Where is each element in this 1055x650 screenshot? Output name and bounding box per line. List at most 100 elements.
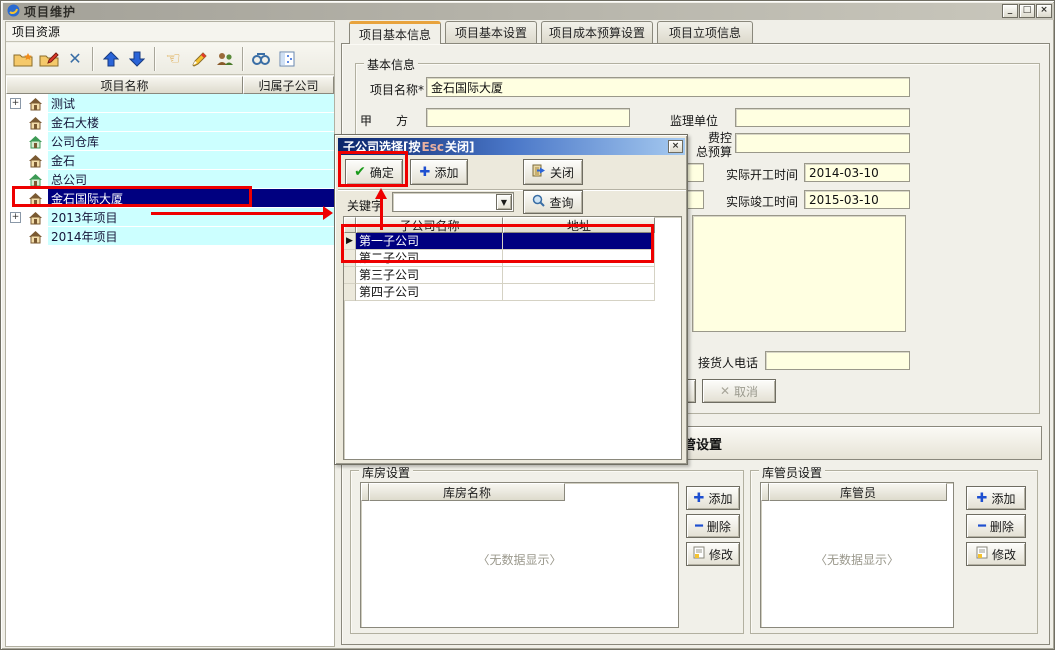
plus-icon: ✚ — [694, 491, 705, 506]
project-resource-panel: 项目资源 ✕ ☜ — [5, 21, 335, 647]
storeroom-legend: 库房设置 — [359, 464, 413, 481]
project-name-input[interactable] — [426, 77, 910, 97]
window-title: 项目维护 — [24, 3, 76, 20]
subsidiary-select-dialog: 子公司选择[按Esc关闭] × ✔ 确定 ✚ 添加 关闭 关键字 ▼ 查询 — [334, 134, 688, 465]
expander-plus-icon[interactable]: + — [10, 98, 21, 109]
column-header-name[interactable]: 项目名称 — [6, 76, 243, 94]
dialog-close-icon[interactable]: × — [668, 140, 683, 153]
storekeeper-modify-button[interactable]: 修改 — [966, 542, 1026, 566]
budget-input[interactable] — [735, 133, 910, 153]
tree-item[interactable]: + 测试 — [6, 94, 334, 113]
toolbar-separator — [242, 47, 244, 71]
tab-cost-budget-settings[interactable]: 项目成本预算设置 — [541, 21, 653, 43]
storeroom-groupbox: 库房设置 库房名称 〈无数据显示〉 ✚添加 ━删除 修改 — [350, 470, 744, 634]
tree-column-headers: 项目名称 归属子公司 — [6, 76, 334, 94]
row-indicator-header — [361, 483, 369, 501]
hand-select-icon[interactable]: ☜ — [160, 46, 186, 72]
tree-item[interactable]: + 2013年项目 — [6, 208, 334, 227]
storeroom-add-button[interactable]: ✚添加 — [686, 486, 740, 510]
report-grid-icon[interactable] — [274, 46, 300, 72]
tab-project-basic-info[interactable]: 项目基本信息 — [349, 21, 441, 44]
subsidiary-name-cell[interactable]: 第三子公司 — [356, 267, 503, 284]
actual-end-input[interactable] — [804, 190, 910, 209]
title-bar: 项目维护 — [3, 3, 1054, 20]
tree-item[interactable]: + 公司仓库 — [6, 132, 334, 151]
project-name-label: 项目名称* — [370, 81, 424, 98]
tab-project-basic-settings[interactable]: 项目基本设置 — [445, 21, 537, 43]
row-indicator-header — [761, 483, 769, 501]
edit-note-icon — [976, 546, 988, 562]
tree-item-label[interactable]: 测试 — [48, 94, 334, 113]
tree-item-label[interactable]: 公司仓库 — [48, 132, 334, 151]
tree-item[interactable]: + 金石大楼 — [6, 113, 334, 132]
receiver-phone-input[interactable] — [765, 351, 910, 370]
pencil-icon[interactable] — [186, 46, 212, 72]
minus-icon: ━ — [978, 519, 986, 534]
panel-caption: 项目资源 — [12, 23, 60, 40]
house-icon — [28, 229, 43, 248]
storekeeper-groupbox: 库管员设置 库管员 〈无数据显示〉 ✚添加 ━删除 修改 — [750, 470, 1038, 634]
tab-project-approval-info[interactable]: 项目立项信息 — [657, 21, 753, 43]
subsidiary-row[interactable]: 第四子公司 — [344, 284, 681, 301]
storekeeper-delete-button[interactable]: ━删除 — [966, 514, 1026, 538]
actual-end-label: 实际竣工时间 — [726, 193, 798, 210]
tree-toolbar: ✕ ☜ — [6, 43, 334, 75]
storeroom-delete-button[interactable]: ━删除 — [686, 514, 740, 538]
tree-item[interactable]: + 2014年项目 — [6, 227, 334, 246]
storekeeper-grid: 库管员 〈无数据显示〉 — [760, 482, 954, 628]
app-window: 项目维护 _ □ × 项目资源 ✕ ☜ — [0, 0, 1055, 650]
supervisor-input[interactable] — [735, 108, 910, 127]
maximize-button[interactable]: □ — [1019, 4, 1035, 18]
dialog-add-button[interactable]: ✚ 添加 — [410, 159, 468, 185]
annotation-arrowhead-up — [375, 188, 387, 199]
subsidiary-address-cell[interactable] — [503, 284, 655, 301]
storeroom-modify-button[interactable]: 修改 — [686, 542, 740, 566]
row-indicator — [344, 267, 356, 284]
tree-item-label[interactable]: 金石大楼 — [48, 113, 334, 132]
subsidiary-row[interactable]: 第三子公司 — [344, 267, 681, 284]
storekeeper-column-header[interactable]: 库管员 — [769, 483, 947, 501]
minus-icon: ━ — [695, 519, 703, 534]
minimize-button[interactable]: _ — [1002, 4, 1018, 18]
party-a-input[interactable] — [426, 108, 630, 127]
dialog-close-button[interactable]: 关闭 — [523, 159, 583, 185]
expander-plus-icon[interactable]: + — [10, 212, 21, 223]
storeroom-empty-text: 〈无数据显示〉 — [361, 551, 678, 568]
annotation-rect-ok — [338, 151, 408, 187]
actual-start-input[interactable] — [804, 163, 910, 182]
tree-item-label[interactable]: 金石 — [48, 151, 334, 170]
party-a-label: 甲 方 — [360, 112, 408, 129]
move-up-icon[interactable] — [98, 46, 124, 72]
edit-folder-icon[interactable] — [36, 46, 62, 72]
delete-x-icon[interactable]: ✕ — [62, 46, 88, 72]
annotation-rect-row — [341, 224, 654, 263]
keyword-combobox[interactable]: ▼ — [392, 192, 514, 212]
project-tree: + 测试 + 金石大楼 + 公司仓库 + 金石 — [6, 94, 334, 646]
move-down-icon[interactable] — [124, 46, 150, 72]
dialog-query-button[interactable]: 查询 — [523, 190, 583, 214]
actual-start-label: 实际开工时间 — [726, 166, 798, 183]
storekeeper-add-button[interactable]: ✚添加 — [966, 486, 1026, 510]
remark-textarea[interactable] — [692, 215, 906, 332]
new-folder-icon[interactable] — [10, 46, 36, 72]
tree-item-label[interactable]: 2013年项目 — [48, 208, 334, 227]
toolbar-separator — [92, 47, 94, 71]
tree-item[interactable]: + 金石 — [6, 151, 334, 170]
storeroom-column-header[interactable]: 库房名称 — [369, 483, 565, 501]
storeroom-grid: 库房名称 〈无数据显示〉 — [360, 482, 679, 628]
users-icon[interactable] — [212, 46, 238, 72]
close-button[interactable]: × — [1036, 4, 1052, 18]
keyword-label: 关键字 — [347, 197, 383, 214]
subsidiary-name-cell[interactable]: 第四子公司 — [356, 284, 503, 301]
storekeeper-legend: 库管员设置 — [759, 464, 825, 481]
cancel-x-icon: ✕ — [720, 384, 730, 398]
row-indicator — [344, 284, 356, 301]
cancel-button[interactable]: ✕ 取消 — [702, 379, 776, 403]
plus-icon: ✚ — [977, 491, 988, 506]
column-header-subsidiary[interactable]: 归属子公司 — [243, 76, 334, 94]
subsidiary-address-cell[interactable] — [503, 267, 655, 284]
tree-item-label[interactable]: 2014年项目 — [48, 227, 334, 246]
toolbar-separator — [154, 47, 156, 71]
chevron-down-icon[interactable]: ▼ — [496, 194, 512, 210]
binoculars-icon[interactable] — [248, 46, 274, 72]
